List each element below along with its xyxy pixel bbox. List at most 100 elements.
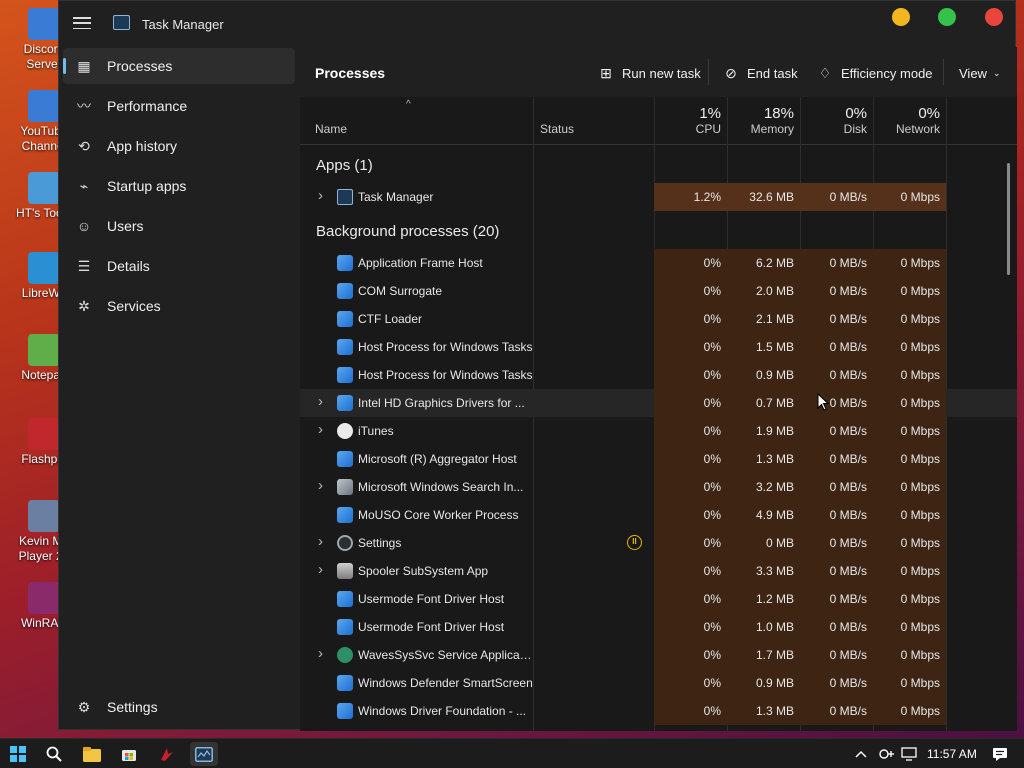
table-row[interactable]: › Settings II 0% 0 MB 0 MB/s 0 Mbps [300,529,1017,557]
network-value: 0 Mbps [873,249,946,277]
sidebar-item-startup-apps[interactable]: ⌁ Startup apps [63,168,295,204]
network-value: 0 Mbps [873,501,946,529]
process-name: Microsoft (R) Aggregator Host [358,452,517,466]
table-row[interactable]: Host Process for Windows Tasks 0% 1.5 MB 0 … [300,333,1017,361]
sidebar-item-processes[interactable]: ▦ Processes [63,48,295,84]
store-icon[interactable] [119,744,139,764]
network-value: 0 Mbps [873,183,946,211]
disk-value: 0 MB/s [800,473,873,501]
table-row[interactable]: Host Process for Windows Tasks 0% 0.9 MB 0 … [300,361,1017,389]
task-manager-taskbar-icon[interactable] [190,742,218,766]
memory-value: 1.9 MB [727,417,800,445]
table-row[interactable]: › iTunes 0% 1.9 MB 0 MB/s 0 Mbps [300,417,1017,445]
file-explorer-icon[interactable] [82,744,102,764]
column-status-label: Status [540,122,575,136]
chevron-right-icon[interactable]: › [318,187,323,204]
shortcut-icon [28,8,60,40]
table-row[interactable]: Usermode Font Driver Host 0% 1.2 MB 0 MB/s 0… [300,585,1017,613]
table-row[interactable]: › WavesSysSvc Service Applicati... 0% 1.7 M… [300,641,1017,669]
sidebar-item-app-history[interactable]: ⟲ App history [63,128,295,164]
page-title: Processes [315,65,386,81]
column-name[interactable]: Name [300,97,533,145]
sidebar-item-label: Processes [107,58,173,74]
shortcut-label: Server [26,57,62,71]
table-row[interactable]: › Microsoft Windows Search In... 0% 3.2 MB 0… [300,473,1017,501]
show-hidden-icons-chevron-icon[interactable] [851,744,871,764]
sidebar-item-performance[interactable]: 〰 Performance [63,88,295,124]
chevron-right-icon[interactable]: › [318,533,323,550]
search-icon[interactable] [44,744,64,764]
memory-value: 1.3 MB [727,697,800,725]
table-row[interactable]: › Intel HD Graphics Drivers for ... 0% 0.7 … [300,389,1017,417]
table-row[interactable]: › Task Manager 1.2% 32.6 MB 0 MB/s 0 Mbps [300,183,1017,211]
cpu-value: 0% [654,641,727,669]
cpu-value: 0% [654,697,727,725]
group-header: Background processes (20) [316,223,500,240]
notifications-icon[interactable] [990,744,1010,764]
column-disk[interactable]: 0% Disk [800,97,873,145]
process-name: CTF Loader [358,312,423,326]
column-network-label: Network [895,122,940,136]
efficiency-mode-button[interactable]: ♢ Efficiency mode [817,62,933,84]
chevron-right-icon[interactable]: › [318,421,323,438]
shortcut-icon [28,172,60,204]
taskbar-clock[interactable]: 11:57 AM [927,747,977,761]
details-icon: ☰ [77,257,91,274]
process-name: iTunes [358,424,394,438]
process-name: Usermode Font Driver Host [358,592,505,606]
start-icon[interactable] [8,744,28,764]
process-name: Task Manager [358,190,434,204]
table-row[interactable]: Usermode Font Driver Host 0% 1.0 MB 0 MB/s 0… [300,613,1017,641]
sidebar-item-users[interactable]: ☺ Users [63,208,295,244]
window-title: Task Manager [142,17,224,32]
close-button[interactable] [985,8,1003,26]
flashpoint-icon[interactable] [157,744,177,764]
memory-value: 2.1 MB [727,305,800,333]
disk-value: 0 MB/s [800,361,873,389]
network-value: 0 Mbps [873,277,946,305]
table-row[interactable]: CTF Loader 0% 2.1 MB 0 MB/s 0 Mbps [300,305,1017,333]
network-status-icon[interactable] [877,744,897,764]
maximize-button[interactable] [938,8,956,26]
task-manager-window: Task Manager ▦ Processes 〰 Performance ⟲ App … [58,0,1017,731]
display-icon[interactable] [899,744,919,764]
sidebar-item-services[interactable]: ✲ Services [63,288,295,324]
process-name: Intel HD Graphics Drivers for ... [358,396,525,410]
column-memory[interactable]: 18% Memory [727,97,800,145]
vertical-scrollbar[interactable] [1007,163,1010,275]
chevron-right-icon[interactable]: › [318,477,323,494]
column-network[interactable]: 0% Network [873,97,946,145]
sidebar-item-settings[interactable]: ⚙ Settings [63,689,295,725]
chevron-right-icon[interactable]: › [318,393,323,410]
end-task-button[interactable]: ⊘ End task [723,62,798,84]
sidebar-item-label: Users [107,218,144,234]
column-cpu[interactable]: 1% CPU [654,97,727,145]
chevron-right-icon[interactable]: › [318,645,323,662]
chevron-right-icon[interactable]: › [318,561,323,578]
memory-value: 1.7 MB [727,641,800,669]
sidebar-item-label: Performance [107,98,188,114]
table-row[interactable]: › Spooler SubSystem App 0% 3.3 MB 0 MB/s 0 Mb… [300,557,1017,585]
end-task-label: End task [747,65,798,81]
sidebar-item-label: Details [107,258,150,274]
table-row[interactable]: MoUSO Core Worker Process 0% 4.9 MB 0 MB/s 0… [300,501,1017,529]
run-new-task-button[interactable]: ⊞ Run new task [598,62,701,84]
process-name: Application Frame Host [358,256,483,270]
table-row[interactable]: COM Surrogate 0% 2.0 MB 0 MB/s 0 Mbps [300,277,1017,305]
process-icon [337,619,353,635]
table-row[interactable]: Microsoft (R) Aggregator Host 0% 1.3 MB 0 M… [300,445,1017,473]
process-icon [337,675,353,691]
view-dropdown[interactable]: View ⌄ [959,62,1001,84]
network-value: 0 Mbps [873,669,946,697]
hamburger-menu-icon[interactable] [73,15,91,31]
disk-value: 0 MB/s [800,669,873,697]
table-row[interactable]: Windows Defender SmartScreen 0% 0.9 MB 0 MB… [300,669,1017,697]
sidebar-item-label: App history [107,138,178,154]
network-value: 0 Mbps [873,613,946,641]
table-row[interactable]: Application Frame Host 0% 6.2 MB 0 MB/s 0 Mb… [300,249,1017,277]
table-row[interactable]: Windows Driver Foundation - ... 0% 1.3 MB 0… [300,697,1017,725]
minimize-button[interactable] [892,8,910,26]
column-status[interactable]: Status [533,97,654,145]
sidebar-item-details[interactable]: ☰ Details [63,248,295,284]
title-bar[interactable]: Task Manager [59,1,1015,47]
